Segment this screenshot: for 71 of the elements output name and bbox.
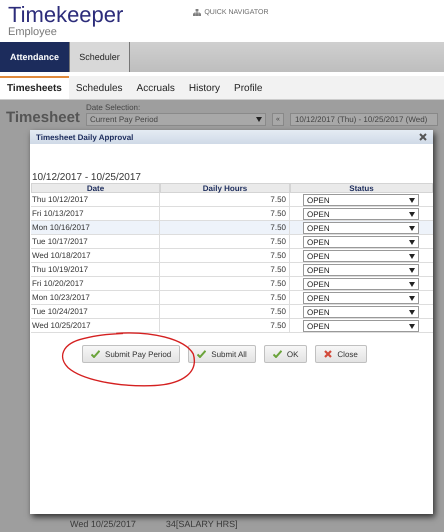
check-icon — [197, 350, 206, 358]
hours-cell: 7.50 — [160, 305, 290, 319]
hours-cell: 7.50 — [160, 291, 290, 305]
period-select[interactable]: Current Pay Period — [86, 113, 266, 126]
sub-tab[interactable]: History — [182, 76, 228, 99]
caret-icon — [409, 240, 415, 244]
column-header: Date — [31, 183, 160, 193]
caret-icon — [409, 254, 415, 258]
hours-cell: 7.50 — [160, 207, 290, 221]
table-cell: 34[SALARY HRS] — [166, 519, 238, 529]
dialog-button[interactable]: Submit Pay Period — [82, 345, 180, 363]
status-select[interactable]: OPEN — [303, 222, 419, 234]
date-selection-label: Date Selection: — [86, 103, 142, 112]
app-title: Timekeeper — [8, 4, 124, 26]
sub-tab[interactable]: Accruals — [130, 76, 182, 99]
status-select[interactable]: OPEN — [303, 194, 419, 206]
status-select[interactable]: OPEN — [303, 306, 419, 318]
caret-icon — [409, 324, 415, 328]
hours-cell: 7.50 — [160, 263, 290, 277]
caret-icon — [409, 282, 415, 286]
caret-icon — [409, 212, 415, 216]
column-header: Daily Hours — [160, 183, 290, 193]
section-title: Timesheet — [6, 109, 80, 126]
date-cell: Tue 10/17/2017 — [31, 235, 160, 249]
column-header: Status — [290, 183, 433, 193]
close-icon — [324, 350, 332, 358]
date-cell: Tue 10/24/2017 — [31, 305, 160, 319]
dialog-button[interactable]: Close — [315, 345, 367, 363]
hours-cell: 7.50 — [160, 277, 290, 291]
status-select[interactable]: OPEN — [303, 236, 419, 248]
hours-cell: 7.50 — [160, 221, 290, 235]
hours-cell: 7.50 — [160, 235, 290, 249]
hours-cell: 7.50 — [160, 319, 290, 333]
status-select[interactable]: OPEN — [303, 264, 419, 276]
date-cell: Fri 10/13/2017 — [31, 207, 160, 221]
status-select[interactable]: OPEN — [303, 320, 419, 332]
sub-tab[interactable]: Profile — [227, 76, 270, 99]
check-icon — [91, 350, 100, 358]
nav-tab[interactable]: Scheduler — [70, 42, 130, 72]
date-cell: Wed 10/25/2017 — [31, 319, 160, 333]
date-cell: Mon 10/23/2017 — [31, 291, 160, 305]
status-select[interactable]: OPEN — [303, 278, 419, 290]
date-cell: Thu 10/19/2017 — [31, 263, 160, 277]
close-icon[interactable] — [419, 133, 427, 141]
org-chart-icon — [193, 9, 202, 16]
hours-cell: 7.50 — [160, 249, 290, 263]
sub-tab[interactable]: Schedules — [68, 76, 130, 99]
caret-icon — [409, 268, 415, 272]
date-range: 10/12/2017 - 10/25/2017 — [32, 172, 142, 183]
date-range-field[interactable]: 10/12/2017 (Thu) - 10/25/2017 (Wed) — [290, 113, 438, 126]
caret-icon — [409, 310, 415, 314]
status-select[interactable]: OPEN — [303, 292, 419, 304]
dialog-button[interactable]: OK — [264, 345, 308, 363]
sub-tab[interactable]: Timesheets — [0, 76, 69, 99]
caret-icon — [409, 226, 415, 230]
hours-cell: 7.50 — [160, 193, 290, 207]
date-cell: Fri 10/20/2017 — [31, 277, 160, 291]
check-icon — [272, 350, 282, 358]
table-cell: Wed 10/25/2017 — [70, 519, 136, 529]
status-select[interactable]: OPEN — [303, 208, 419, 220]
caret-icon — [256, 117, 262, 122]
nav-tab[interactable]: Attendance — [0, 42, 70, 72]
app-subtitle: Employee — [8, 26, 57, 38]
dialog-button[interactable]: Submit All — [188, 345, 256, 363]
status-select[interactable]: OPEN — [303, 250, 419, 262]
caret-icon — [409, 198, 415, 202]
dialog-title: Timesheet Daily Approval — [36, 132, 134, 142]
caret-icon — [409, 296, 415, 300]
date-cell: Thu 10/12/2017 — [31, 193, 160, 207]
date-cell: Wed 10/18/2017 — [31, 249, 160, 263]
date-cell: Mon 10/16/2017 — [31, 221, 160, 235]
